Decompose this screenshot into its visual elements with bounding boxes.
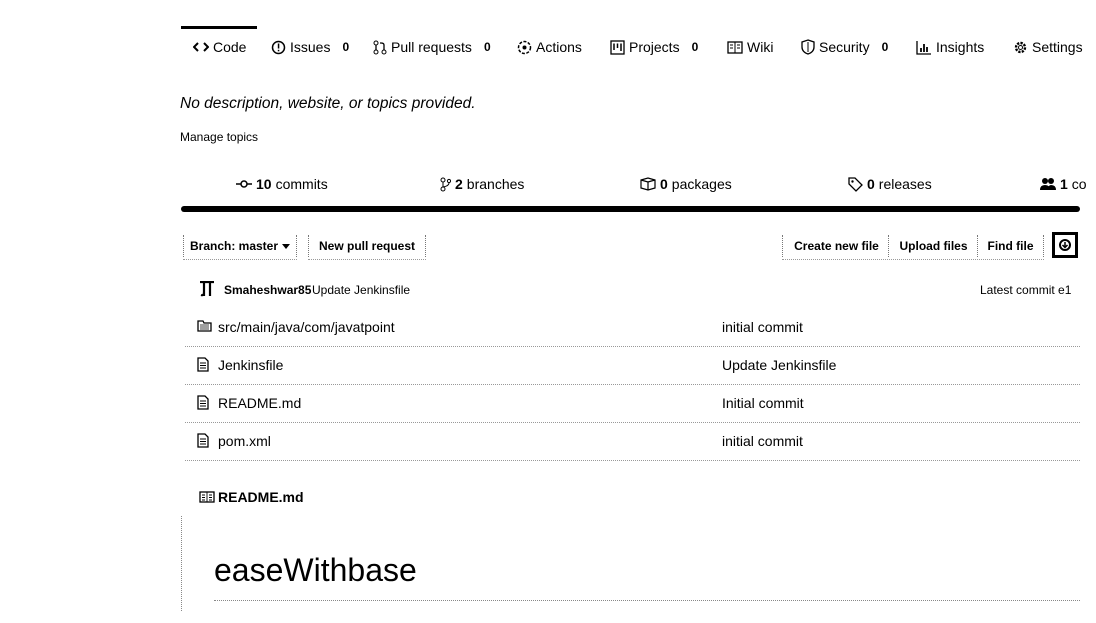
- releases-count: 0: [867, 176, 875, 192]
- branches-count: 2: [455, 176, 463, 192]
- tab-code[interactable]: Code: [193, 36, 246, 58]
- file-commit-message[interactable]: initial commit: [722, 433, 803, 449]
- tab-projects-count: 0: [691, 40, 699, 54]
- pr-button-underline: [308, 259, 426, 261]
- file-icon: [197, 395, 209, 415]
- branch-icon: [440, 177, 451, 192]
- file-name[interactable]: pom.xml: [218, 433, 271, 449]
- tab-actions[interactable]: Actions: [517, 36, 582, 58]
- file-row[interactable]: README.md Initial commit: [185, 385, 1080, 423]
- shield-icon: [801, 39, 815, 55]
- tab-settings-label: Settings: [1032, 39, 1083, 55]
- file-buttons-underline: [782, 259, 1044, 261]
- commits-stat[interactable]: 10 commits: [236, 176, 328, 192]
- commits-count: 10: [256, 176, 272, 192]
- pull-request-icon: [373, 40, 387, 55]
- file-row[interactable]: Jenkinsfile Update Jenkinsfile: [185, 347, 1080, 385]
- releases-stat[interactable]: 0 releases: [848, 176, 932, 192]
- contributors-stat[interactable]: 1 co: [1040, 176, 1087, 192]
- tab-wiki-label: Wiki: [747, 39, 774, 55]
- language-bar: [181, 206, 1080, 212]
- tab-security-count: 0: [881, 40, 889, 54]
- gear-icon: [1013, 40, 1028, 55]
- contributors-label: co: [1071, 176, 1087, 192]
- tab-code-label: Code: [213, 39, 247, 55]
- tab-security-label: Security: [819, 39, 870, 55]
- commit-author[interactable]: Smaheshwar85: [224, 283, 311, 297]
- tab-actions-label: Actions: [536, 39, 582, 55]
- packages-stat[interactable]: 0 packages: [640, 176, 732, 192]
- issue-icon: [271, 40, 286, 55]
- branches-label: branches: [466, 176, 525, 192]
- upload-files-button[interactable]: Upload files: [888, 235, 978, 257]
- readme-filename: README.md: [218, 489, 304, 505]
- tab-pull-requests-label: Pull requests: [391, 39, 472, 55]
- download-icon: [1057, 238, 1073, 252]
- readme-title-divider: [214, 600, 1080, 601]
- branch-button-underline: [183, 259, 297, 261]
- tab-issues[interactable]: Issues 0: [271, 36, 349, 58]
- file-icon: [197, 357, 209, 377]
- clone-or-download-button[interactable]: [1052, 232, 1078, 258]
- folder-icon: [197, 319, 212, 337]
- commit-icon: [236, 179, 252, 189]
- tab-pull-requests[interactable]: Pull requests 0: [373, 36, 491, 58]
- file-icon: [197, 433, 209, 453]
- tab-issues-count: 0: [342, 40, 350, 54]
- tab-pull-requests-count: 0: [483, 40, 491, 54]
- tab-insights-label: Insights: [936, 39, 985, 55]
- file-row[interactable]: src/main/java/com/javatpoint initial com…: [185, 309, 1080, 347]
- branches-stat[interactable]: 2 branches: [440, 176, 524, 192]
- commit-message[interactable]: Update Jenkinsfile: [312, 283, 410, 297]
- book-icon: [199, 491, 215, 503]
- new-pull-request-button[interactable]: New pull request: [308, 235, 426, 257]
- file-commit-message[interactable]: initial commit: [722, 319, 803, 335]
- readme-border: [181, 516, 182, 611]
- find-file-button[interactable]: Find file: [977, 235, 1044, 257]
- tab-projects[interactable]: Projects 0: [610, 36, 698, 58]
- file-name[interactable]: src/main/java/com/javatpoint: [218, 319, 395, 335]
- file-name[interactable]: Jenkinsfile: [218, 357, 283, 373]
- file-commit-message[interactable]: Initial commit: [722, 395, 804, 411]
- avatar[interactable]: [199, 281, 215, 297]
- graph-icon: [916, 40, 932, 55]
- manage-topics-link[interactable]: Manage topics: [180, 130, 258, 144]
- file-commit-message[interactable]: Update Jenkinsfile: [722, 357, 836, 373]
- tab-insights[interactable]: Insights: [916, 36, 984, 58]
- readme-title: easeWithbase: [214, 552, 417, 588]
- package-icon: [640, 177, 656, 191]
- caret-down-icon: [282, 243, 291, 249]
- packages-count: 0: [660, 176, 668, 192]
- tag-icon: [848, 176, 863, 192]
- tab-wiki[interactable]: Wiki: [727, 36, 773, 58]
- branch-select-button[interactable]: Branch: master: [183, 235, 297, 257]
- actions-icon: [517, 40, 532, 55]
- tab-issues-label: Issues: [290, 39, 331, 55]
- tab-security[interactable]: Security 0: [801, 36, 888, 58]
- code-icon: [193, 41, 209, 53]
- people-icon: [1040, 177, 1056, 191]
- readme-header: README.md: [199, 489, 304, 505]
- packages-label: packages: [671, 176, 732, 192]
- file-row[interactable]: pom.xml initial commit: [185, 423, 1080, 461]
- contributors-count: 1: [1060, 176, 1068, 192]
- latest-commit-label: Latest commit e1: [980, 283, 1072, 297]
- project-icon: [610, 39, 625, 55]
- releases-label: releases: [878, 176, 932, 192]
- repo-nav-tabs: Code Issues 0 Pull requests 0 Actions Pr…: [181, 26, 1096, 70]
- create-new-file-button[interactable]: Create new file: [782, 235, 890, 257]
- latest-commit-bar: Smaheshwar85 Update Jenkinsfile Latest c…: [199, 281, 1080, 299]
- book-icon: [727, 40, 743, 54]
- file-name[interactable]: README.md: [218, 395, 301, 411]
- branch-select-label: Branch: master: [189, 239, 279, 253]
- active-tab-indicator: [181, 26, 257, 29]
- repo-description: No description, website, or topics provi…: [180, 95, 476, 112]
- commits-label: commits: [275, 176, 328, 192]
- tab-projects-label: Projects: [629, 39, 680, 55]
- tab-settings[interactable]: Settings: [1013, 36, 1083, 58]
